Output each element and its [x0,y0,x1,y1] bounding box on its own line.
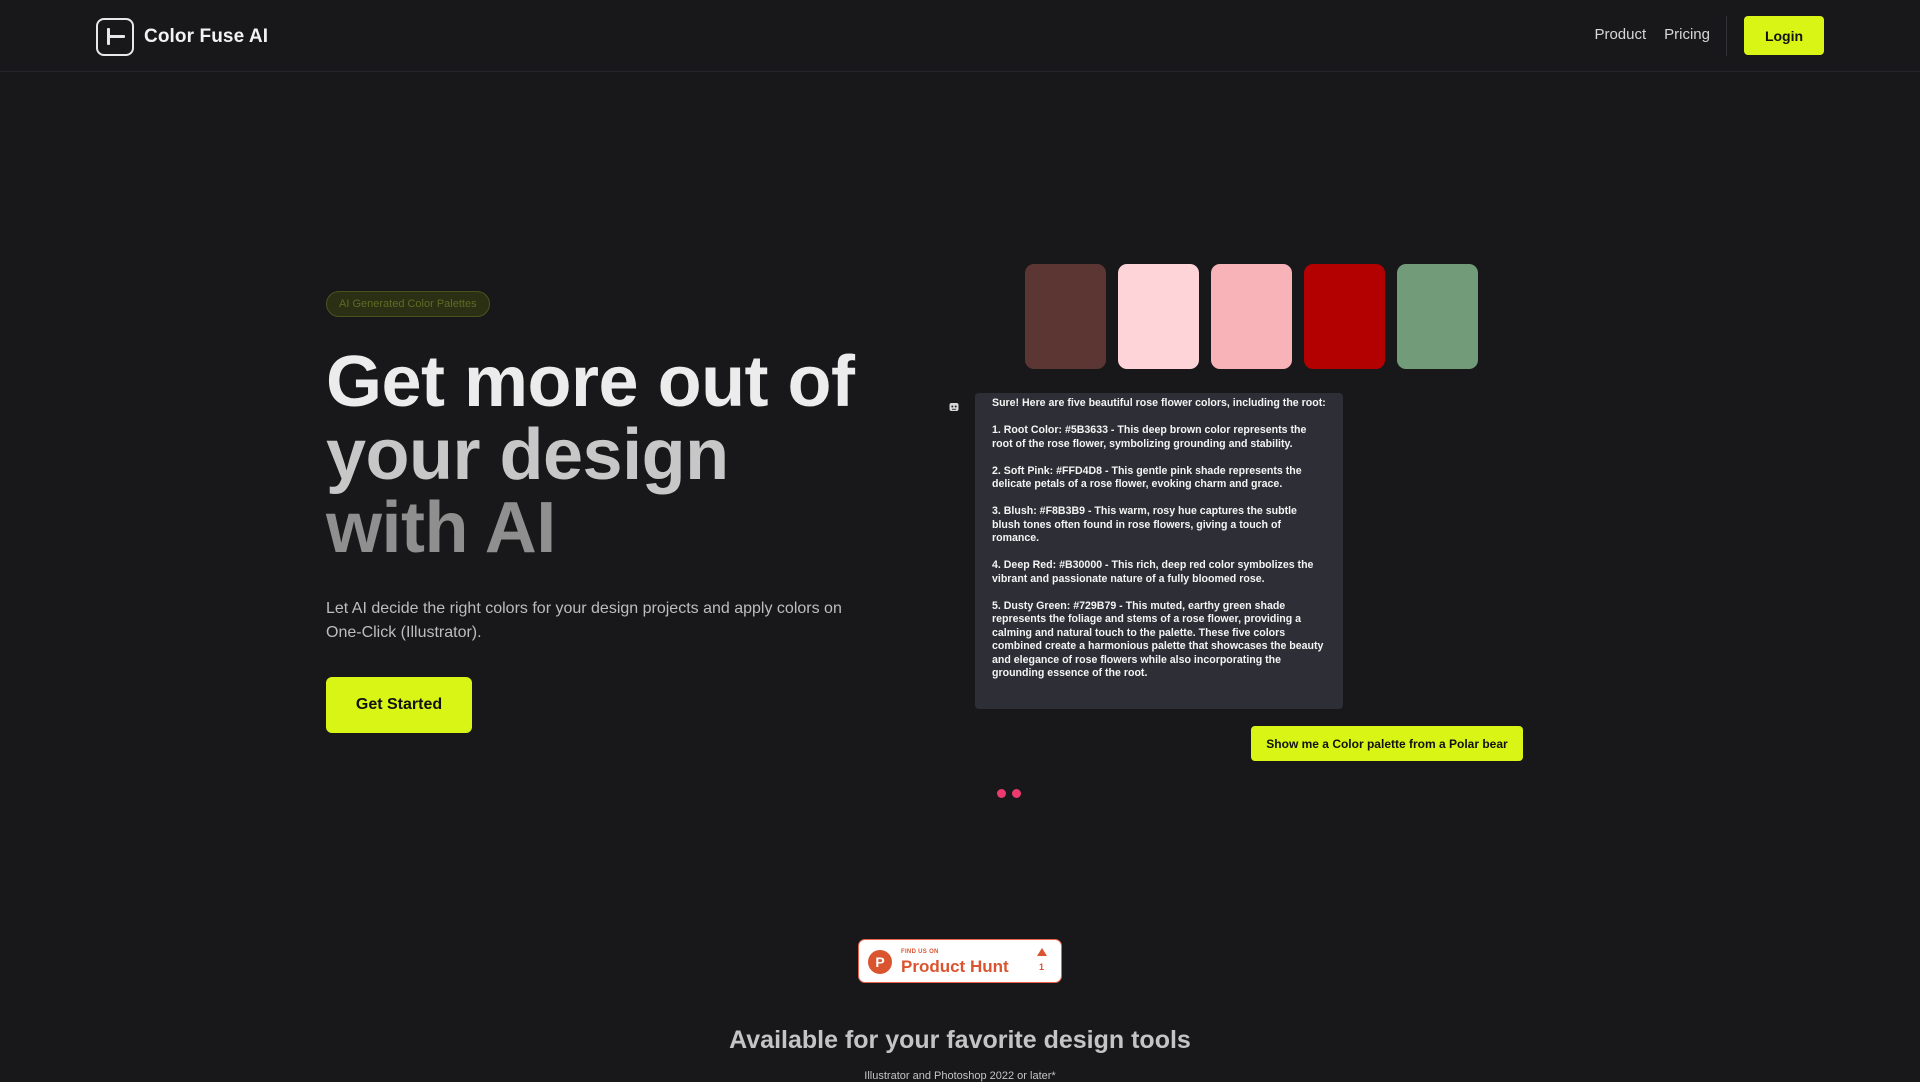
hero-subtitle: Let AI decide the right colors for your … [326,600,842,641]
typing-dot [1012,789,1021,798]
product-hunt-caption: FIND US ON [901,949,939,955]
chat-paragraph: 4. Deep Red: #B30000 - This rich, deep r… [992,559,1314,585]
design-tools-note: Illustrator and Photoshop 2022 or later* [864,1070,1056,1082]
color-palette [1025,264,1478,369]
nav-link-product[interactable]: Product [1594,26,1646,43]
bot-avatar-icon [949,403,959,411]
color-swatch[interactable] [1397,264,1478,369]
color-swatch[interactable] [1211,264,1292,369]
ai-palettes-badge: AI Generated Color Palettes [326,291,490,317]
nav-links: Product Pricing [1594,26,1710,43]
color-swatch[interactable] [1304,264,1385,369]
chat-paragraph: 3. Blush: #F8B3B9 - This warm, rosy hue … [992,505,1297,544]
chat-response-bubble: Sure! Here are five beautiful rose flowe… [975,393,1343,709]
nav-link-pricing[interactable]: Pricing [1664,26,1710,43]
typing-indicator [997,789,1021,798]
top-navbar: Color Fuse AI Product Pricing Login [0,0,1920,72]
product-hunt-logo-icon: P [868,950,892,974]
upvote-count: 1 [1039,962,1045,972]
typing-dot [997,789,1006,798]
hero-title-line-1: Get more out of [326,342,855,422]
color-swatch[interactable] [1025,264,1106,369]
chat-paragraph: 1. Root Color: #5B3633 - This deep brown… [992,424,1307,450]
upvote-arrow-icon [1037,948,1047,956]
hero-title-line-2: your design [326,415,729,495]
product-hunt-badge[interactable]: P FIND US ON Product Hunt 1 [858,939,1062,983]
nav-divider [1726,16,1727,56]
brand[interactable]: Color Fuse AI [96,18,268,56]
color-swatch[interactable] [1118,264,1199,369]
hero-title: Get more out of your design with AI [326,346,855,565]
brand-name: Color Fuse AI [144,26,269,47]
chat-paragraph: 5. Dusty Green: #729B79 - This muted, ea… [992,599,1324,680]
chat-paragraph: Sure! Here are five beautiful rose flowe… [992,397,1326,409]
get-started-button[interactable]: Get Started [326,677,472,733]
logo-icon [96,18,134,56]
prompt-suggestion-button[interactable]: Show me a Color palette from a Polar bea… [1251,726,1523,761]
design-tools-heading: Available for your favorite design tools [729,1026,1191,1054]
chat-paragraph: 2. Soft Pink: #FFD4D8 - This gentle pink… [992,464,1302,491]
product-hunt-name: Product Hunt [901,957,1009,976]
login-button[interactable]: Login [1744,16,1824,55]
hero-title-line-3: with AI [326,488,556,568]
